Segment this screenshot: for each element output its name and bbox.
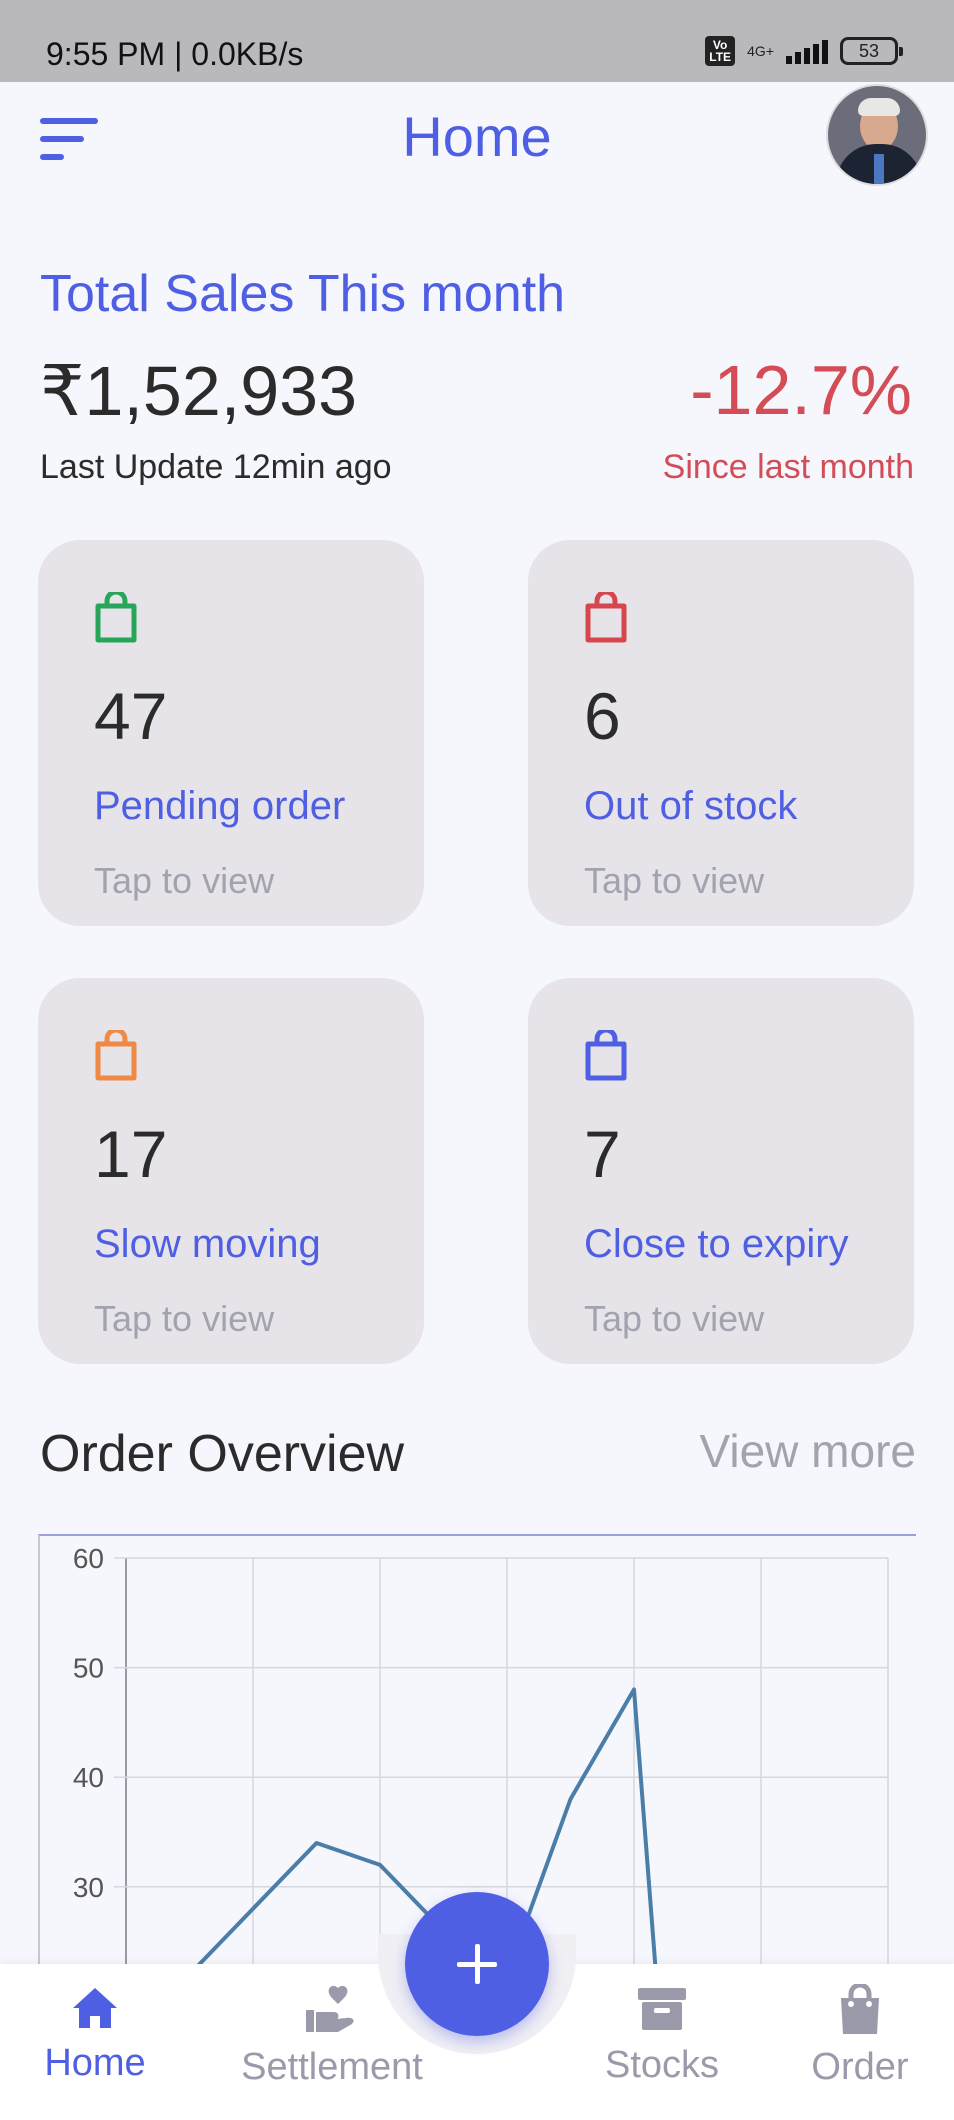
chart-y-tick-label: 30 bbox=[73, 1872, 104, 1903]
nav-label: Stocks bbox=[604, 2044, 720, 2086]
chart-y-tick-label: 40 bbox=[73, 1762, 104, 1793]
volte-icon: Vo LTE bbox=[705, 36, 736, 66]
chart-series-line bbox=[196, 1687, 658, 1964]
shopping-bag-icon bbox=[841, 1984, 879, 2034]
nav-home[interactable]: Home bbox=[30, 1984, 160, 2085]
network-type: 4G+ bbox=[747, 43, 774, 59]
card-hint: Tap to view bbox=[94, 1298, 275, 1339]
shopping-bag-icon bbox=[585, 1030, 627, 1081]
archive-box-icon bbox=[638, 1988, 686, 2030]
nav-label: Home bbox=[44, 2042, 146, 2084]
nav-stocks[interactable]: Stocks bbox=[594, 1984, 730, 2087]
avatar[interactable] bbox=[826, 84, 928, 186]
card-label: Out of stock bbox=[584, 784, 798, 828]
sales-change: -12.7% bbox=[690, 351, 912, 429]
card-label: Pending order bbox=[94, 784, 346, 828]
card-hint: Tap to view bbox=[584, 1298, 765, 1339]
card-hint: Tap to view bbox=[94, 860, 275, 901]
status-time: 9:55 PM | 0.0KB/s bbox=[46, 36, 304, 72]
sales-updated: Last Update 12min ago bbox=[40, 448, 392, 486]
out-of-stock-card[interactable]: 6 Out of stock Tap to view bbox=[528, 540, 914, 926]
chart-y-tick-label: 50 bbox=[73, 1653, 104, 1684]
pending-order-card[interactable]: 47 Pending order Tap to view bbox=[38, 540, 424, 926]
sales-heading: Total Sales This month bbox=[40, 265, 566, 323]
sales-since: Since last month bbox=[662, 448, 914, 486]
card-label: Close to expiry bbox=[584, 1222, 849, 1266]
page-title: Home bbox=[402, 105, 552, 168]
settlement-icon bbox=[306, 1985, 354, 2032]
home-icon bbox=[73, 1988, 117, 2028]
battery-icon: 53 bbox=[840, 37, 903, 65]
order-overview-title: Order Overview bbox=[40, 1425, 405, 1483]
close-to-expiry-card[interactable]: 7 Close to expiry Tap to view bbox=[528, 978, 914, 1364]
nav-settlement[interactable]: Settlement bbox=[224, 1984, 440, 2089]
card-count: 47 bbox=[94, 679, 168, 753]
signal-icon bbox=[786, 38, 828, 64]
nav-label: Settlement bbox=[241, 2046, 423, 2088]
shopping-bag-icon bbox=[585, 592, 627, 643]
slow-moving-card[interactable]: 17 Slow moving Tap to view bbox=[38, 978, 424, 1364]
status-icons: Vo LTE 4G+ 53 bbox=[705, 36, 903, 66]
chart-y-tick-label: 60 bbox=[73, 1543, 104, 1574]
nav-order[interactable]: Order bbox=[800, 1984, 920, 2089]
card-label: Slow moving bbox=[94, 1222, 321, 1266]
status-bar: 9:55 PM | 0.0KB/s Vo LTE 4G+ 53 bbox=[0, 0, 954, 82]
view-more-link[interactable]: View more bbox=[700, 1424, 916, 1478]
card-hint: Tap to view bbox=[584, 860, 765, 901]
nav-label: Order bbox=[811, 2046, 909, 2088]
card-count: 7 bbox=[584, 1117, 621, 1191]
card-count: 6 bbox=[584, 679, 621, 753]
shopping-bag-icon bbox=[95, 1030, 137, 1081]
shopping-bag-icon bbox=[95, 592, 137, 643]
card-count: 17 bbox=[94, 1117, 168, 1191]
sales-amount: ₹1,52,933 bbox=[40, 352, 358, 430]
